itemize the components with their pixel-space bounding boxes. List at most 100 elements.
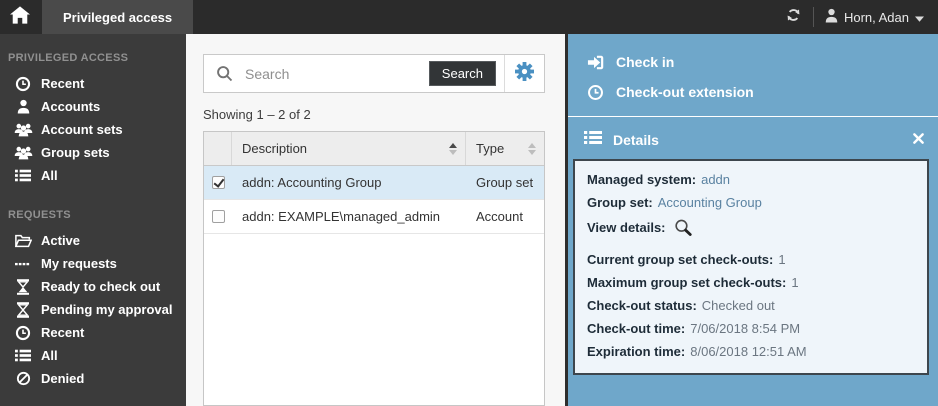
search-icon [216, 65, 233, 82]
list-icon [13, 167, 33, 184]
sidebar-item-label: Recent [41, 76, 85, 91]
sidebar-item-pending-my-approval[interactable]: Pending my approval [0, 298, 186, 321]
detail-field-maximum-checkouts: Maximum group set check-outs: 1 [587, 271, 917, 294]
user-icon [13, 98, 33, 115]
row-checkbox-cell [204, 176, 232, 189]
clock-icon [584, 84, 606, 101]
field-label: Managed system: [587, 172, 697, 187]
header-checkbox-column [204, 132, 232, 165]
sidebar-item-denied[interactable]: Denied [0, 367, 186, 390]
detail-field-current-checkouts: Current group set check-outs: 1 [587, 248, 917, 271]
sidebar-item-label: Denied [41, 371, 85, 386]
field-value: 1 [791, 275, 799, 290]
table-row[interactable]: addn: EXAMPLE\managed_admin Account [204, 200, 544, 234]
detail-field-group-set: Group set: Accounting Group [587, 191, 917, 214]
field-label: View details: [587, 220, 666, 235]
topbar-divider [812, 7, 814, 27]
close-button[interactable] [913, 131, 924, 149]
search-input[interactable] [243, 64, 429, 83]
row-type: Group set [476, 175, 534, 190]
sidebar-item-account-sets[interactable]: Account sets [0, 118, 186, 141]
sidebar-item-my-requests[interactable]: My requests [0, 252, 186, 275]
field-label: Expiration time: [587, 344, 686, 359]
field-label: Current group set check-outs: [587, 252, 774, 267]
list-icon [584, 130, 602, 150]
topbar-right: Horn, Adan [785, 7, 938, 28]
caret-down-icon [915, 10, 924, 25]
clock-icon [13, 324, 33, 341]
sidebar-item-label: Group sets [41, 145, 110, 160]
list-icon [13, 347, 33, 364]
search-settings-button[interactable] [504, 55, 544, 92]
close-icon [913, 131, 924, 149]
results-table: Description Type addn: Accounting Group … [203, 131, 545, 406]
field-value[interactable]: addn [701, 172, 730, 187]
checkout-extension-action[interactable]: Check-out extension [568, 77, 938, 107]
check-in-label: Check in [616, 54, 675, 70]
row-checkbox[interactable] [211, 176, 225, 189]
header-type[interactable]: Type [466, 132, 544, 165]
sidebar-item-recent-requests[interactable]: Recent [0, 321, 186, 344]
refresh-icon [785, 7, 802, 28]
sidebar-item-label: All [41, 168, 58, 183]
header-description-label: Description [242, 141, 308, 156]
gear-icon [515, 61, 534, 86]
detail-field-expiration-time: Expiration time: 8/06/2018 12:51 AM [587, 340, 917, 363]
tab-label: Privileged access [63, 9, 173, 25]
sidebar-item-accounts[interactable]: Accounts [0, 95, 186, 118]
detail-field-checkout-time: Check-out time: 7/06/2018 8:54 PM [587, 317, 917, 340]
field-label: Check-out status: [587, 298, 697, 313]
detail-field-view-details: View details: [587, 214, 917, 241]
sidebar-item-label: Accounts [41, 99, 101, 114]
search-bar: Search [203, 54, 545, 93]
sidebar-section-privileged-access: PRIVILEGED ACCESS [8, 52, 129, 64]
magnifier-icon[interactable] [673, 218, 693, 237]
row-description: addn: Accounting Group [242, 175, 382, 190]
sidebar-item-label: Active [41, 233, 81, 248]
tab-privileged-access[interactable]: Privileged access [42, 0, 194, 34]
field-value[interactable]: Accounting Group [658, 195, 762, 210]
sidebar-item-all-requests[interactable]: All [0, 344, 186, 367]
users-icon [13, 144, 33, 161]
detail-field-checkout-status: Check-out status: Checked out [587, 294, 917, 317]
details-box: Managed system: addn Group set: Accounti… [573, 159, 929, 375]
sidebar-item-label: My requests [41, 256, 117, 271]
sidebar-item-active[interactable]: Active [0, 229, 186, 252]
sidebar-item-recent[interactable]: Recent [0, 72, 186, 95]
row-description: addn: EXAMPLE\managed_admin [242, 209, 441, 224]
ellipsis-icon [13, 255, 33, 272]
field-label: Maximum group set check-outs: [587, 275, 787, 290]
topbar: Privileged access Horn, Adan [0, 0, 938, 34]
check-in-action[interactable]: Check in [568, 47, 938, 77]
row-checkbox-cell [204, 210, 232, 223]
detail-field-managed-system: Managed system: addn [587, 168, 917, 191]
row-checkbox[interactable] [211, 210, 225, 223]
field-label: Check-out time: [587, 321, 686, 336]
sidebar-item-label: Account sets [41, 122, 123, 137]
sidebar-item-label: Recent [41, 325, 85, 340]
home-button[interactable] [0, 0, 40, 34]
sidebar-section-requests: REQUESTS [8, 209, 71, 221]
field-value: Checked out [701, 298, 775, 313]
sidebar-item-ready-to-check-out[interactable]: Ready to check out [0, 275, 186, 298]
results-count: Showing 1 – 2 of 2 [203, 107, 311, 122]
hourglass-filled-icon [13, 278, 33, 295]
sidebar-item-label: Ready to check out [41, 279, 161, 294]
users-icon [13, 121, 33, 138]
table-row[interactable]: addn: Accounting Group Group set [204, 166, 544, 200]
detail-panel: Check in Check-out extension Details Man… [565, 34, 938, 406]
sidebar-item-group-sets[interactable]: Group sets [0, 141, 186, 164]
sidebar-item-label: All [41, 348, 58, 363]
refresh-button[interactable] [785, 7, 802, 28]
header-type-label: Type [476, 141, 505, 156]
details-header: Details [568, 117, 938, 159]
header-description[interactable]: Description [232, 132, 466, 165]
clock-icon [13, 75, 33, 92]
sort-control-description[interactable] [449, 142, 457, 155]
sidebar-item-all-access[interactable]: All [0, 164, 186, 187]
search-button[interactable]: Search [428, 61, 496, 86]
sort-control-type[interactable] [528, 142, 536, 155]
row-type: Account [476, 209, 523, 224]
ban-icon [13, 370, 33, 387]
user-menu[interactable]: Horn, Adan [825, 8, 924, 26]
